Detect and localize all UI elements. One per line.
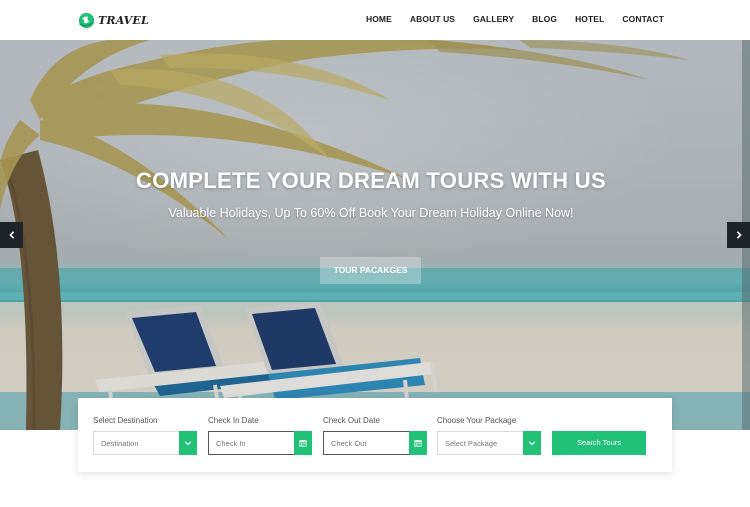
check-in-label: Check In Date [208, 416, 259, 425]
site-header: TRAVEL HOME ABOUT US GALLERY BLOG HOTEL … [0, 0, 750, 40]
site-logo[interactable]: TRAVEL [78, 11, 149, 29]
check-in-placeholder: Check In [216, 439, 246, 448]
package-dropdown-toggle[interactable] [523, 431, 541, 455]
chevron-down-icon [184, 441, 192, 446]
destination-select[interactable]: Destination [93, 431, 197, 455]
package-label: Choose Your Package [437, 416, 517, 425]
tour-packages-button[interactable]: TOUR PACAKGES [320, 257, 421, 284]
hero-slider: COMPLETE YOUR DREAM TOURS WITH US Valuab… [0, 40, 750, 430]
calendar-icon [299, 440, 307, 447]
check-out-calendar-button[interactable] [409, 431, 427, 455]
package-value: Select Package [445, 439, 498, 448]
nav-about-us[interactable]: ABOUT US [410, 14, 455, 24]
destination-value: Destination [101, 439, 139, 448]
chevron-down-icon [528, 441, 536, 446]
globe-logo-icon [78, 12, 95, 28]
logo-text: TRAVEL [98, 13, 149, 27]
check-out-label: Check Out Date [323, 416, 380, 425]
package-select[interactable]: Select Package [437, 431, 541, 455]
hero-subtitle: Valuable Holidays, Up To 60% Off Book Yo… [168, 206, 574, 220]
nav-contact[interactable]: CONTACT [622, 14, 664, 24]
calendar-icon [414, 440, 422, 447]
hero-title: COMPLETE YOUR DREAM TOURS WITH US [136, 168, 606, 193]
tour-search-form: Select Destination Destination Check In … [78, 398, 672, 472]
slider-prev-button[interactable] [0, 222, 23, 248]
nav-blog[interactable]: BLOG [532, 14, 557, 24]
main-nav: HOME ABOUT US GALLERY BLOG HOTEL CONTACT [348, 14, 664, 24]
check-in-calendar-button[interactable] [294, 431, 312, 455]
check-out-field[interactable]: Check Out [323, 431, 427, 455]
chevron-left-icon [8, 231, 14, 239]
search-tours-button[interactable]: Search Tours [552, 431, 646, 455]
nav-home[interactable]: HOME [366, 14, 392, 24]
chevron-right-icon [736, 231, 742, 239]
nav-hotel[interactable]: HOTEL [575, 14, 604, 24]
slider-next-button[interactable] [727, 222, 750, 248]
nav-gallery[interactable]: GALLERY [473, 14, 514, 24]
destination-dropdown-toggle[interactable] [179, 431, 197, 455]
check-in-field[interactable]: Check In [208, 431, 312, 455]
check-out-placeholder: Check Out [331, 439, 367, 448]
destination-label: Select Destination [93, 416, 158, 425]
